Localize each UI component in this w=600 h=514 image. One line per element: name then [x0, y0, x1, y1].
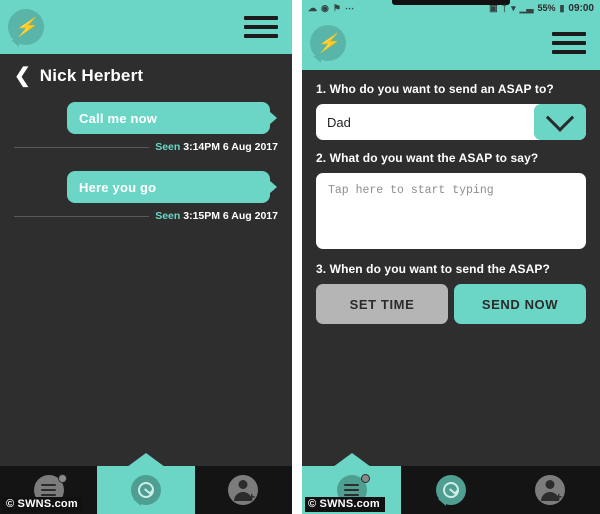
hamburger-line	[244, 25, 278, 29]
question-two-label: 2. What do you want the ASAP to say?	[316, 151, 539, 165]
signal-icon: ▁▃	[519, 2, 534, 13]
back-chevron-icon[interactable]: ❮	[14, 66, 31, 86]
plus-badge-icon: +	[248, 490, 256, 504]
seen-timestamp: 3:14PM 6 Aug 2017	[183, 141, 278, 153]
clock-ring	[137, 482, 154, 498]
recipient-value: Dad	[327, 114, 351, 130]
seen-timestamp: 3:15PM 6 Aug 2017	[183, 210, 278, 222]
battery-icon: ▮	[559, 2, 565, 13]
speech-bubble-lightning-logo: ⚡	[8, 9, 44, 47]
watermark: © SWNS.com	[3, 497, 83, 512]
bubble-tail	[132, 499, 141, 506]
message-bubble[interactable]: Call me now	[67, 102, 270, 134]
left-app-header: ⚡	[0, 0, 292, 54]
hamburger-menu-icon[interactable]	[552, 32, 586, 54]
message-item: Here you go Seen 3:15PM 6 Aug 2017	[14, 171, 278, 222]
flag-icon: ⚑	[332, 2, 341, 13]
plus-badge-icon: +	[555, 490, 563, 504]
seen-label: Seen	[155, 141, 181, 153]
divider-line	[14, 146, 150, 148]
right-app-header: ⚡	[302, 16, 600, 70]
hamburger-line	[552, 50, 586, 54]
add-contact-icon: +	[228, 475, 259, 505]
message-list: Call me now Seen 3:14PM 6 Aug 2017 Here …	[0, 96, 292, 222]
cloud-icon: ☁	[308, 2, 317, 13]
add-contact-icon: +	[535, 475, 566, 505]
hamburger-line	[244, 34, 278, 38]
question-three-label: 3. When do you want to send the ASAP?	[316, 262, 550, 276]
nav-tab-chat[interactable]	[401, 466, 500, 514]
bluetooth-icon: ᛏ	[501, 2, 508, 13]
screenshot-stage: ⚡ ❮ Nick Herbert Call me now Seen 3:14PM…	[0, 0, 600, 514]
conversation-header: ❮ Nick Herbert	[0, 54, 292, 96]
seen-label: Seen	[155, 210, 181, 222]
lightning-bolt-icon: ⚡	[14, 17, 38, 37]
battery-percent: 55%	[537, 3, 556, 13]
nav-tab-chat[interactable]	[97, 466, 195, 514]
divider-line	[14, 215, 150, 217]
recipient-select[interactable]: Dad	[316, 104, 586, 140]
bubble-tail	[437, 499, 446, 506]
clock-ring	[442, 482, 459, 498]
chevron-shape	[545, 104, 575, 132]
message-input[interactable]: Tap here to start typing	[316, 173, 586, 249]
message-item: Call me now Seen 3:14PM 6 Aug 2017	[14, 102, 278, 153]
message-status-row: Seen 3:14PM 6 Aug 2017	[14, 141, 278, 153]
hamburger-menu-icon[interactable]	[244, 16, 278, 38]
hamburger-line	[552, 32, 586, 36]
nav-tab-contacts[interactable]: +	[195, 466, 292, 514]
send-options-row: SET TIME SEND NOW	[316, 284, 586, 324]
message-bubble[interactable]: Here you go	[67, 171, 270, 203]
message-status-row: Seen 3:15PM 6 Aug 2017	[14, 210, 278, 222]
speech-bubble-lightning-logo: ⚡	[310, 25, 346, 63]
send-now-button[interactable]: SEND NOW	[454, 284, 586, 324]
set-time-button[interactable]: SET TIME	[316, 284, 448, 324]
chat-clock-icon	[130, 475, 161, 506]
lightning-bolt-icon: ⚡	[316, 33, 340, 53]
person-head	[545, 480, 555, 489]
watermark: © SWNS.com	[305, 497, 385, 512]
status-time: 09:00	[568, 2, 594, 14]
chat-clock-icon	[435, 475, 466, 506]
status-right-icons: ▣ ᛏ ▾ ▁▃ 55% ▮ 09:00	[489, 3, 594, 14]
record-circle-icon: ◉	[321, 2, 329, 13]
left-phone-screen: ⚡ ❮ Nick Herbert Call me now Seen 3:14PM…	[0, 0, 292, 514]
hamburger-line	[552, 41, 586, 45]
inbox-lines	[41, 483, 57, 497]
contact-name: Nick Herbert	[39, 66, 144, 85]
hamburger-line	[244, 16, 278, 20]
clock-hands	[143, 485, 154, 495]
seen-status: Seen 3:14PM 6 Aug 2017	[155, 141, 278, 153]
asap-form: 1. Who do you want to send an ASAP to? D…	[302, 70, 600, 324]
right-phone-screen: ☁ ◉ ⚑ ⋯ ▣ ᛏ ▾ ▁▃ 55% ▮ 09:00 ⚡ 1. Who do…	[302, 0, 600, 514]
clock-hands	[448, 485, 459, 495]
person-head	[238, 480, 248, 489]
nav-tab-contacts[interactable]: +	[501, 466, 600, 514]
inbox-lines	[344, 483, 360, 497]
sim-icon: ▣	[489, 2, 498, 13]
seen-status: Seen 3:15PM 6 Aug 2017	[155, 210, 278, 222]
question-one-label: 1. Who do you want to send an ASAP to?	[316, 82, 554, 96]
more-dots-icon: ⋯	[344, 2, 354, 13]
chevron-down-icon[interactable]	[534, 104, 586, 140]
wifi-icon: ▾	[511, 2, 516, 13]
status-left-icons: ☁ ◉ ⚑ ⋯	[308, 2, 354, 13]
status-bar: ☁ ◉ ⚑ ⋯ ▣ ᛏ ▾ ▁▃ 55% ▮ 09:00	[302, 0, 600, 16]
